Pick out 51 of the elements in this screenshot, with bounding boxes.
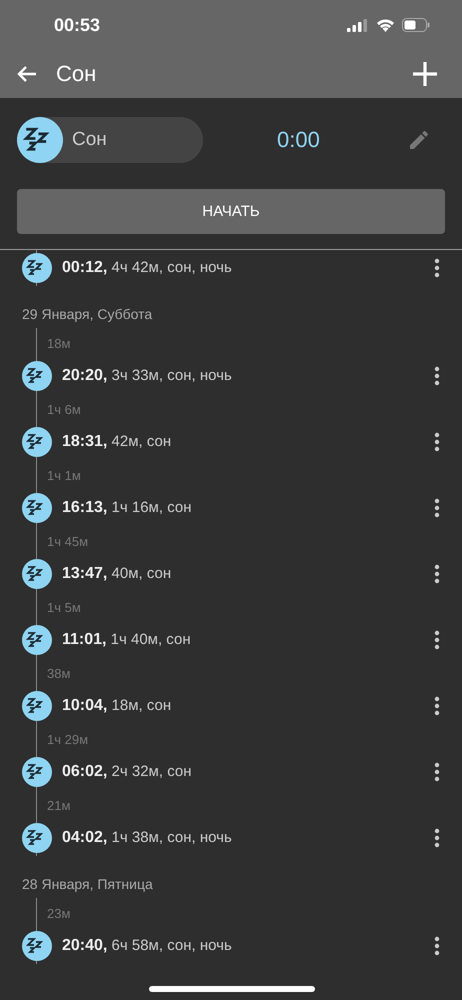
more-icon[interactable]: [434, 564, 440, 584]
status-time: 00:53: [54, 14, 100, 36]
sleep-icon: [22, 691, 52, 721]
entry-text[interactable]: 16:13, 1ч 16м, сон: [62, 499, 430, 517]
sleep-icon: [22, 625, 52, 655]
activity-chip[interactable]: Сон: [17, 117, 203, 163]
sleep-icon: [22, 931, 52, 961]
start-button[interactable]: НАЧАТЬ: [17, 189, 445, 234]
more-icon[interactable]: [434, 762, 440, 782]
entry-text[interactable]: 11:01, 1ч 40м, сон: [62, 631, 430, 649]
sleep-icon: [22, 823, 52, 853]
more-icon[interactable]: [434, 696, 440, 716]
entry-text[interactable]: 20:20, 3ч 33м, сон, ночь: [62, 367, 430, 385]
sleep-icon: [22, 253, 52, 283]
more-icon[interactable]: [434, 828, 440, 848]
gap-duration: 23м: [47, 906, 70, 920]
gap-duration: 1ч 29м: [47, 732, 88, 746]
entry-text[interactable]: 04:02, 1ч 38м, сон, ночь: [62, 829, 430, 847]
gap-duration: 1ч 1м: [47, 468, 81, 482]
sleep-icon: [22, 757, 52, 787]
timer-value: 0:00: [277, 127, 321, 153]
entry-text[interactable]: 13:47, 40м, сон: [62, 565, 430, 583]
gap-duration: 1ч 45м: [47, 534, 88, 548]
more-icon[interactable]: [434, 936, 440, 956]
add-button[interactable]: [410, 59, 440, 89]
sleep-icon: [17, 117, 63, 163]
date-heading: 29 Января, Суббота: [22, 306, 152, 322]
sleep-icon: [22, 493, 52, 523]
battery-icon: [402, 18, 430, 32]
entry-text[interactable]: 06:02, 2ч 32м, сон: [62, 763, 430, 781]
entry-text[interactable]: 18:31, 42м, сон: [62, 433, 430, 451]
sleep-icon: [22, 427, 52, 457]
gap-duration: 1ч 5м: [47, 600, 81, 614]
gap-duration: 18м: [47, 336, 70, 350]
gap-duration: 21м: [47, 798, 70, 812]
more-icon[interactable]: [434, 630, 440, 650]
entry-text[interactable]: 00:12, 4ч 42м, сон, ночь: [62, 259, 430, 277]
entry-text[interactable]: 20:40, 6ч 58м, сон, ночь: [62, 937, 430, 955]
signal-icon: [347, 18, 369, 32]
more-icon[interactable]: [434, 258, 440, 278]
gap-duration: 1ч 6м: [47, 402, 81, 416]
more-icon[interactable]: [434, 498, 440, 518]
screen-title: Сон: [56, 61, 98, 87]
more-icon[interactable]: [434, 366, 440, 386]
more-icon[interactable]: [434, 432, 440, 452]
gap-duration: 38м: [47, 666, 70, 680]
date-heading: 28 Января, Пятница: [22, 876, 153, 892]
wifi-icon: [376, 18, 395, 32]
sleep-icon: [22, 559, 52, 589]
entry-text[interactable]: 10:04, 18м, сон: [62, 697, 430, 715]
sleep-icon: [22, 361, 52, 391]
